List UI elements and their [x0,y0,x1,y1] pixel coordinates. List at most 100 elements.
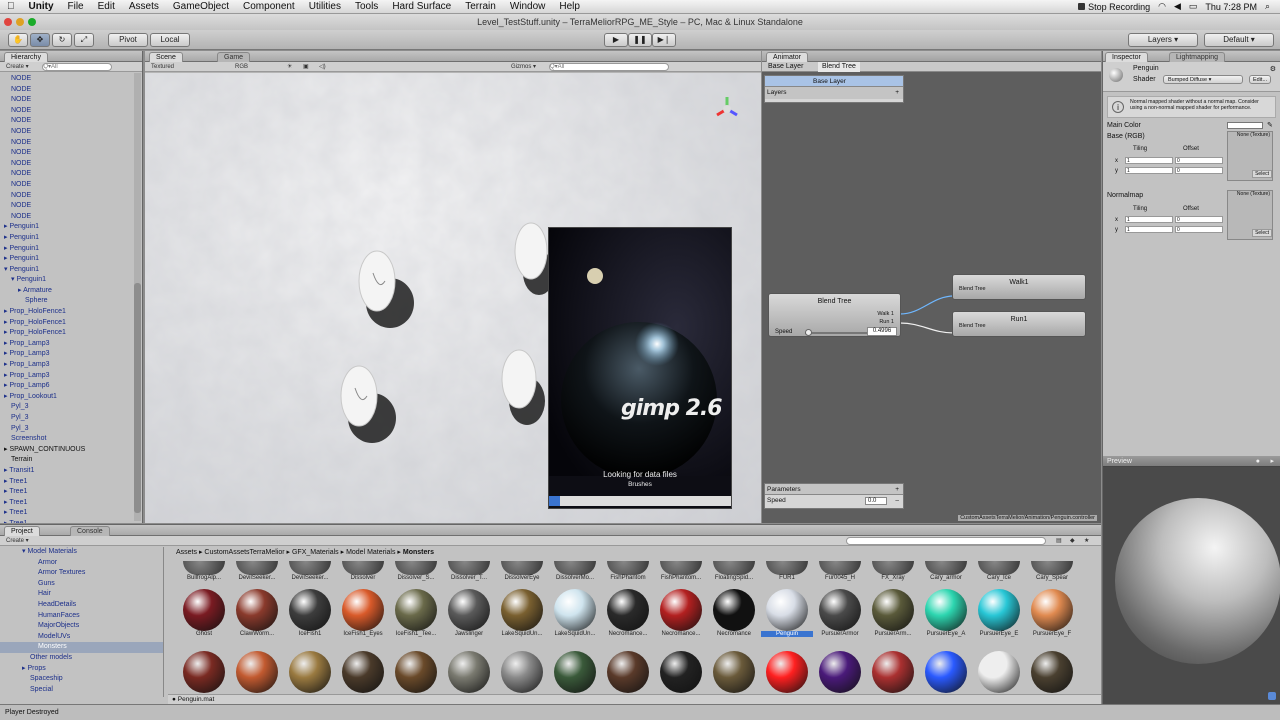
apple-menu-icon[interactable]:  [0,1,22,12]
normal-tiling-x-field[interactable]: 1 [1125,216,1173,223]
hierarchy-item[interactable]: ▸ Tree1 [0,477,142,488]
hierarchy-item[interactable]: NODE [0,212,142,223]
menu-tools[interactable]: Tools [348,1,385,12]
asset-material-item[interactable] [973,651,1025,693]
material-preview-sphere[interactable] [1115,498,1280,664]
scene-search-input[interactable] [549,63,669,71]
hierarchy-item[interactable]: ▸ Prop_Lamp3 [0,371,142,382]
speed-value-field[interactable]: 0.4996 [867,327,897,336]
asset-material-item[interactable]: Dissolver [337,561,389,581]
hierarchy-item[interactable]: ▸ Transit1 [0,466,142,477]
hierarchy-search-input[interactable] [42,63,113,71]
asset-material-item[interactable] [655,651,707,693]
hierarchy-item[interactable]: NODE [0,159,142,170]
asset-material-item[interactable]: LakeSquidUn... [496,589,548,637]
hierarchy-create-dropdown[interactable]: Create [6,64,24,70]
walk1-state-node[interactable]: Walk1 Blend Tree [952,274,1086,300]
asset-material-item[interactable]: PursuerArmor [814,589,866,637]
tab-project[interactable]: Project [4,526,40,536]
asset-material-item[interactable] [602,651,654,693]
asset-material-item[interactable]: DissolverMo... [549,561,601,581]
render-mode-dropdown[interactable]: RGB [235,62,248,72]
preview-resize-icon[interactable] [1268,692,1276,700]
add-parameter-button[interactable]: + [895,484,899,495]
menu-assets[interactable]: Assets [122,1,166,12]
base-offset-y-field[interactable]: 0 [1175,167,1223,174]
asset-material-item[interactable] [178,651,230,693]
local-toggle[interactable]: Local [150,33,190,47]
asset-material-item[interactable]: Penguin [761,589,813,637]
asset-material-item[interactable] [761,651,813,693]
hierarchy-item[interactable]: NODE [0,201,142,212]
wifi-icon[interactable]: ◠ [1158,1,1166,12]
asset-material-item[interactable]: Ghost [178,589,230,637]
tab-lightmapping[interactable]: Lightmapping [1169,52,1226,62]
asset-material-item[interactable]: ClawWorm... [231,589,283,637]
tab-console[interactable]: Console [70,526,110,536]
preview-light-icon[interactable]: ● [1256,456,1260,467]
main-color-swatch[interactable] [1227,122,1263,129]
hierarchy-item[interactable]: ▸ Prop_Lamp3 [0,349,142,360]
normal-offset-x-field[interactable]: 0 [1175,216,1223,223]
asset-material-item[interactable] [1026,651,1078,693]
pivot-toggle[interactable]: Pivot [108,33,148,47]
hierarchy-item[interactable]: ▸ Prop_Lookout1 [0,392,142,403]
asset-material-item[interactable] [443,651,495,693]
shader-dropdown[interactable]: Bumped Diffuse ▾ [1163,75,1243,84]
hierarchy-item[interactable]: Terrain [0,455,142,466]
preview-shape-icon[interactable]: ▸ [1270,456,1274,467]
normal-texture-slot[interactable]: None (Texture) Select [1227,190,1273,240]
hierarchy-item[interactable]: NODE [0,127,142,138]
app-menu[interactable]: Unity [22,1,61,12]
asset-material-item[interactable]: Necromance [708,589,760,637]
zoom-window-icon[interactable] [28,18,36,26]
hierarchy-item[interactable]: ▸ Penguin1 [0,244,142,255]
hierarchy-item[interactable]: Screenshot [0,434,142,445]
project-folder-item[interactable]: HumanFaces [0,611,163,622]
filter-type-icon[interactable]: ▤ [1056,536,1062,546]
hierarchy-item[interactable]: ▸ Prop_HoloFence1 [0,307,142,318]
remove-parameter-button[interactable]: – [895,495,899,507]
hierarchy-item[interactable]: NODE [0,106,142,117]
rotate-tool-icon[interactable]: ↻ [52,33,72,47]
asset-material-item[interactable]: DevilSeeker... [284,561,336,581]
asset-material-item[interactable] [867,651,919,693]
base-tiling-x-field[interactable]: 1 [1125,157,1173,164]
hierarchy-item[interactable]: NODE [0,138,142,149]
hierarchy-item[interactable]: Pyl_3 [0,402,142,413]
asset-material-item[interactable]: Dissolver_S... [390,561,442,581]
asset-material-item[interactable]: FishPhantom [602,561,654,581]
image-toggle-icon[interactable]: ▣ [303,62,309,72]
asset-material-item[interactable]: Dissolver_T... [443,561,495,581]
menu-utilities[interactable]: Utilities [302,1,348,12]
eyedropper-icon[interactable]: ✎ [1267,121,1273,129]
breadcrumb-model-materials[interactable]: Model Materials [346,549,395,556]
menu-window[interactable]: Window [503,1,553,12]
asset-material-item[interactable]: PursuerEye_A [920,589,972,637]
normal-texture-select-button[interactable]: Select [1252,229,1272,237]
hierarchy-item[interactable]: ▸ Penguin1 [0,222,142,233]
move-tool-icon[interactable]: ✥ [30,33,50,47]
minimize-window-icon[interactable] [16,18,24,26]
asset-material-item[interactable]: DevilSeeker... [231,561,283,581]
asset-material-item[interactable]: IceFish1 [284,589,336,637]
traffic-lights[interactable] [4,18,36,26]
hierarchy-item[interactable]: NODE [0,148,142,159]
hierarchy-item[interactable]: NODE [0,191,142,202]
hand-tool-icon[interactable]: ✋ [8,33,28,47]
shading-mode-dropdown[interactable]: Textured [151,64,174,70]
asset-material-item[interactable] [390,651,442,693]
hierarchy-item[interactable]: NODE [0,95,142,106]
asset-material-item[interactable]: FX_Xray [867,561,919,581]
audio-toggle-icon[interactable]: ◁) [319,62,326,72]
asset-material-item[interactable]: IceFish1_Eyes [337,589,389,637]
hierarchy-item[interactable]: Pyl_3 [0,424,142,435]
hierarchy-item[interactable]: ▸ Prop_HoloFence1 [0,328,142,339]
asset-material-item[interactable] [231,651,283,693]
asset-material-item[interactable]: FishPhantom... [655,561,707,581]
project-folder-item[interactable]: ModelUVs [0,632,163,643]
base-offset-x-field[interactable]: 0 [1175,157,1223,164]
asset-material-item[interactable]: Fur0045_H [814,561,866,581]
hierarchy-item[interactable]: Pyl_3 [0,413,142,424]
project-folder-item[interactable]: ▾ Model Materials [0,547,163,558]
